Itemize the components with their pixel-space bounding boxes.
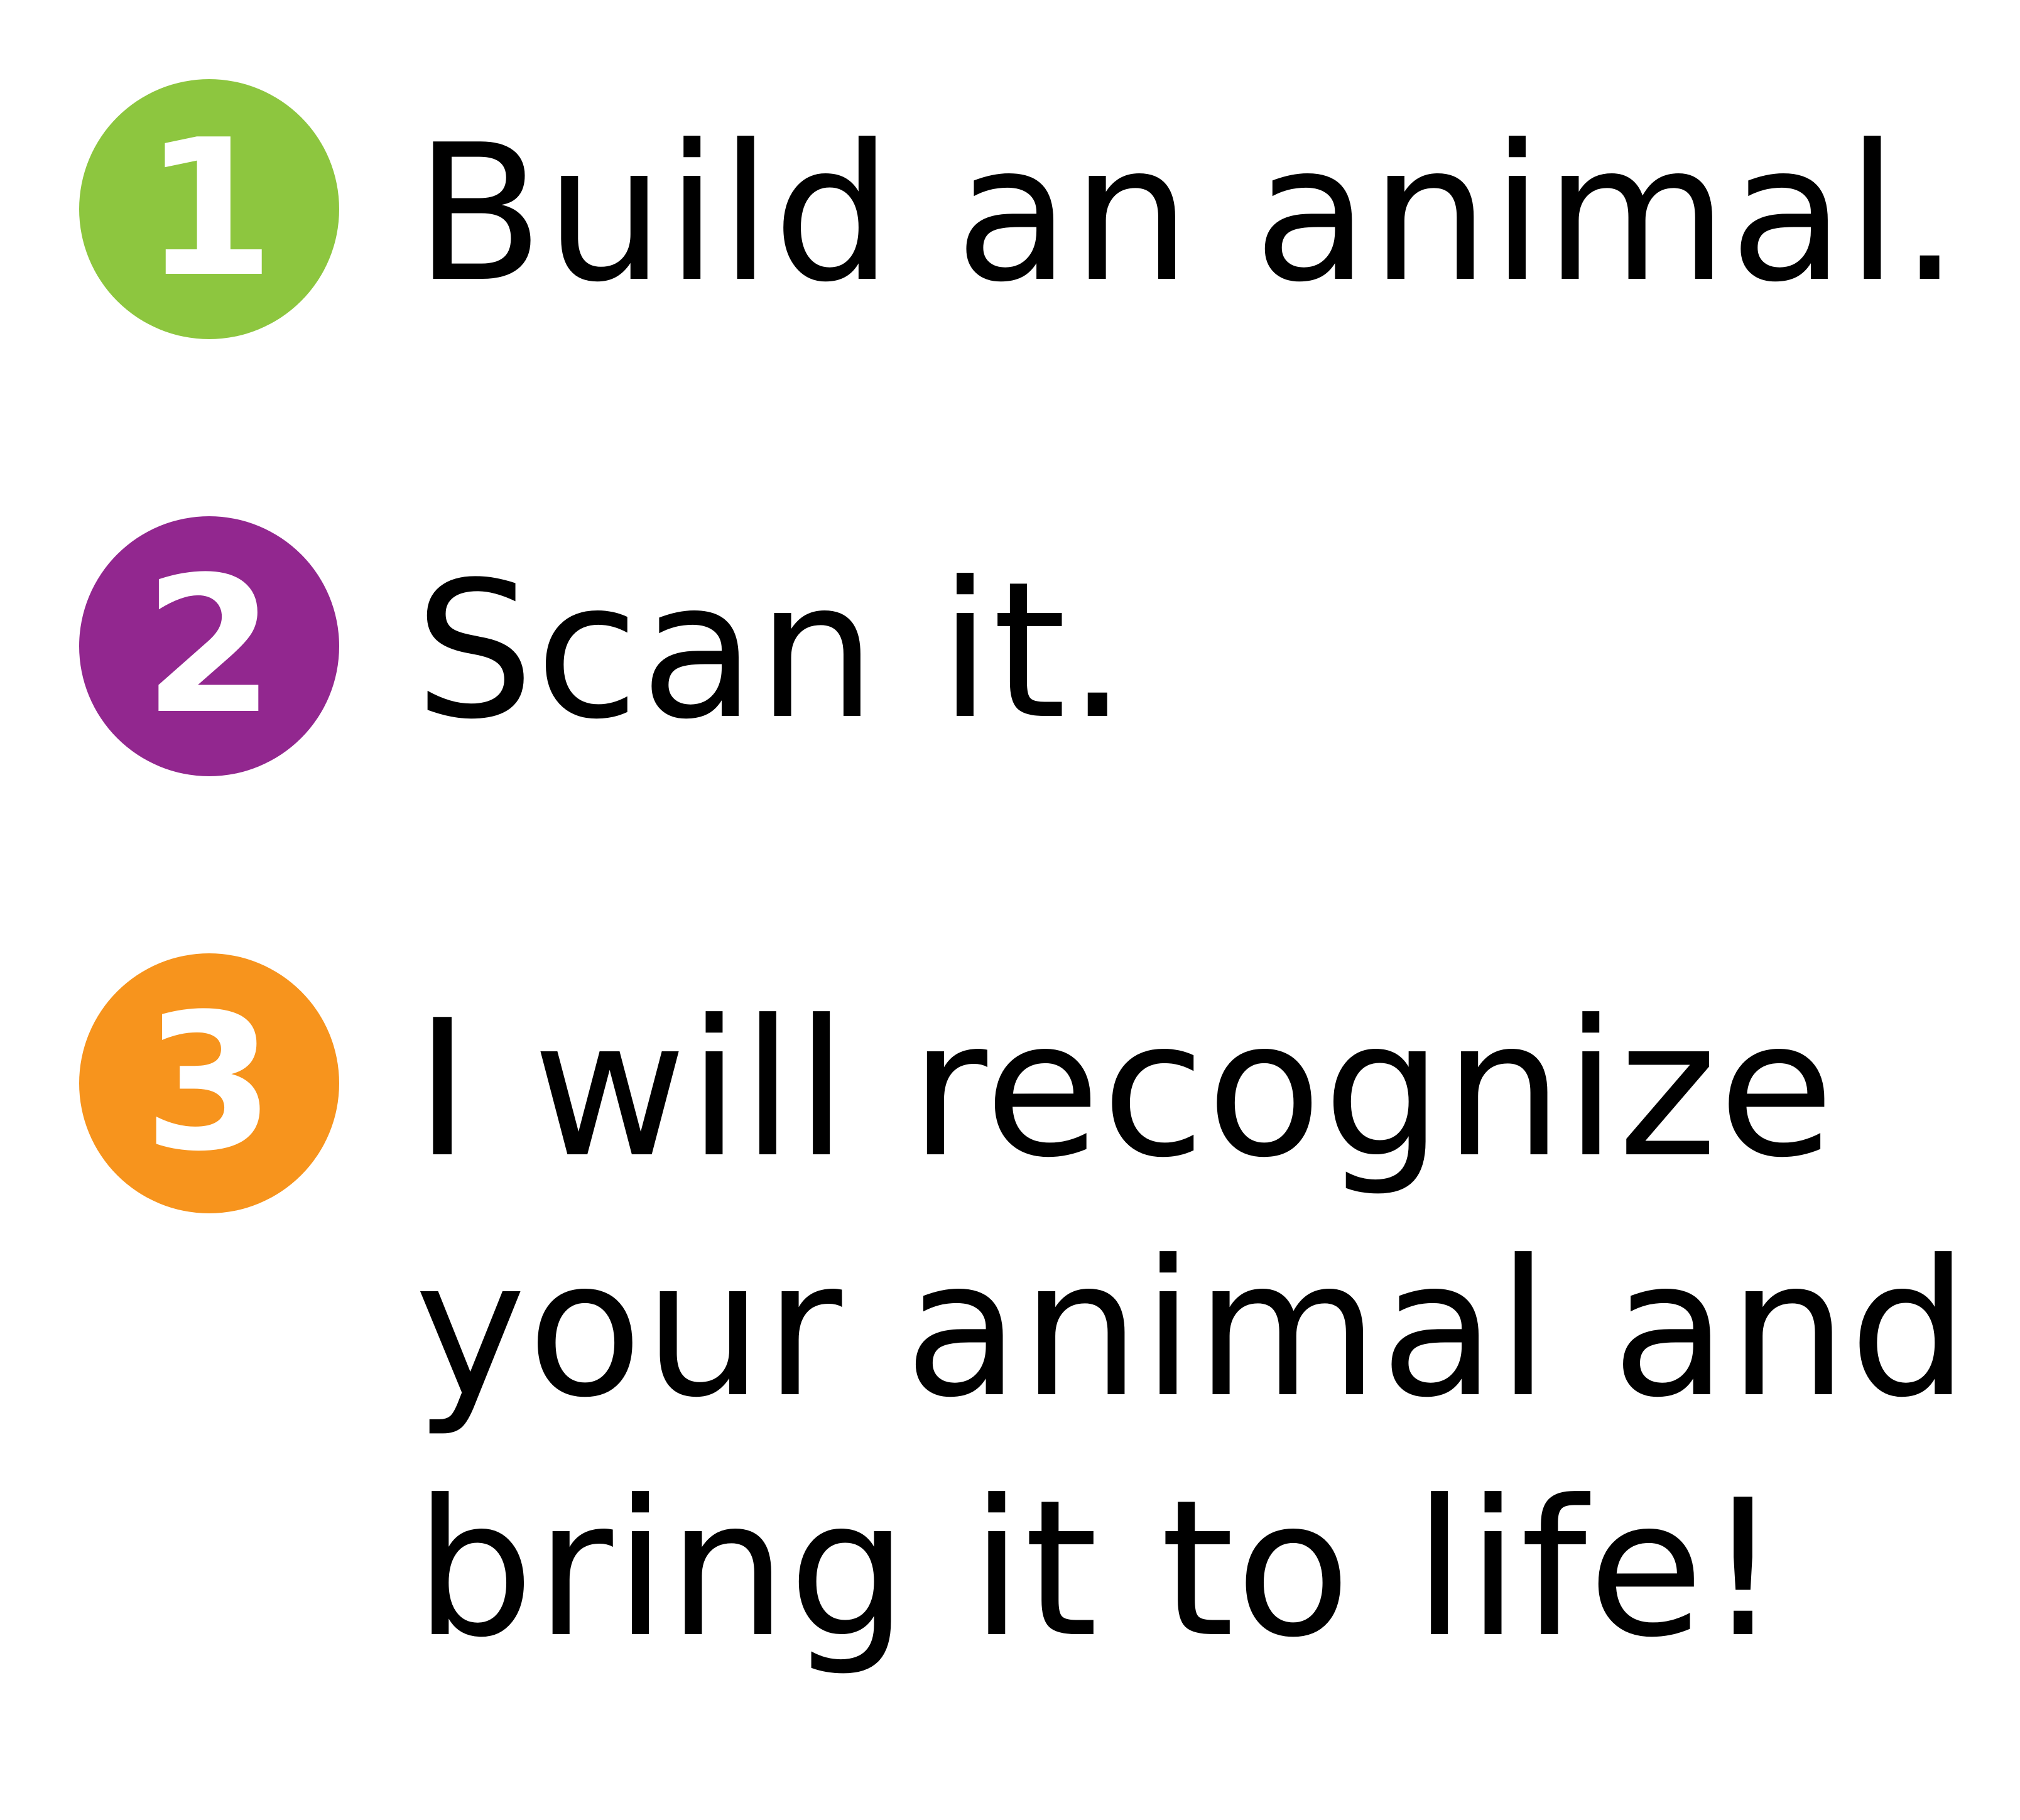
- step-text-line: bring it to life!: [415, 1460, 1783, 1679]
- step-text-line: I will recognize: [415, 980, 1836, 1199]
- step-text-3: I will recognize your animal and bring i…: [415, 970, 1970, 1689]
- step-text-1: Build an animal.: [415, 94, 1961, 334]
- step-text-line: your animal and: [415, 1220, 1970, 1439]
- step-text-line: Build an animal.: [415, 104, 1961, 323]
- step-number-badge-2: 2: [79, 516, 339, 776]
- step-text-line: Scan it.: [415, 541, 1129, 761]
- step-number-badge-3: 3: [79, 953, 339, 1213]
- step-number-badge-1: 1: [79, 79, 339, 339]
- step-text-2: Scan it.: [415, 531, 1129, 771]
